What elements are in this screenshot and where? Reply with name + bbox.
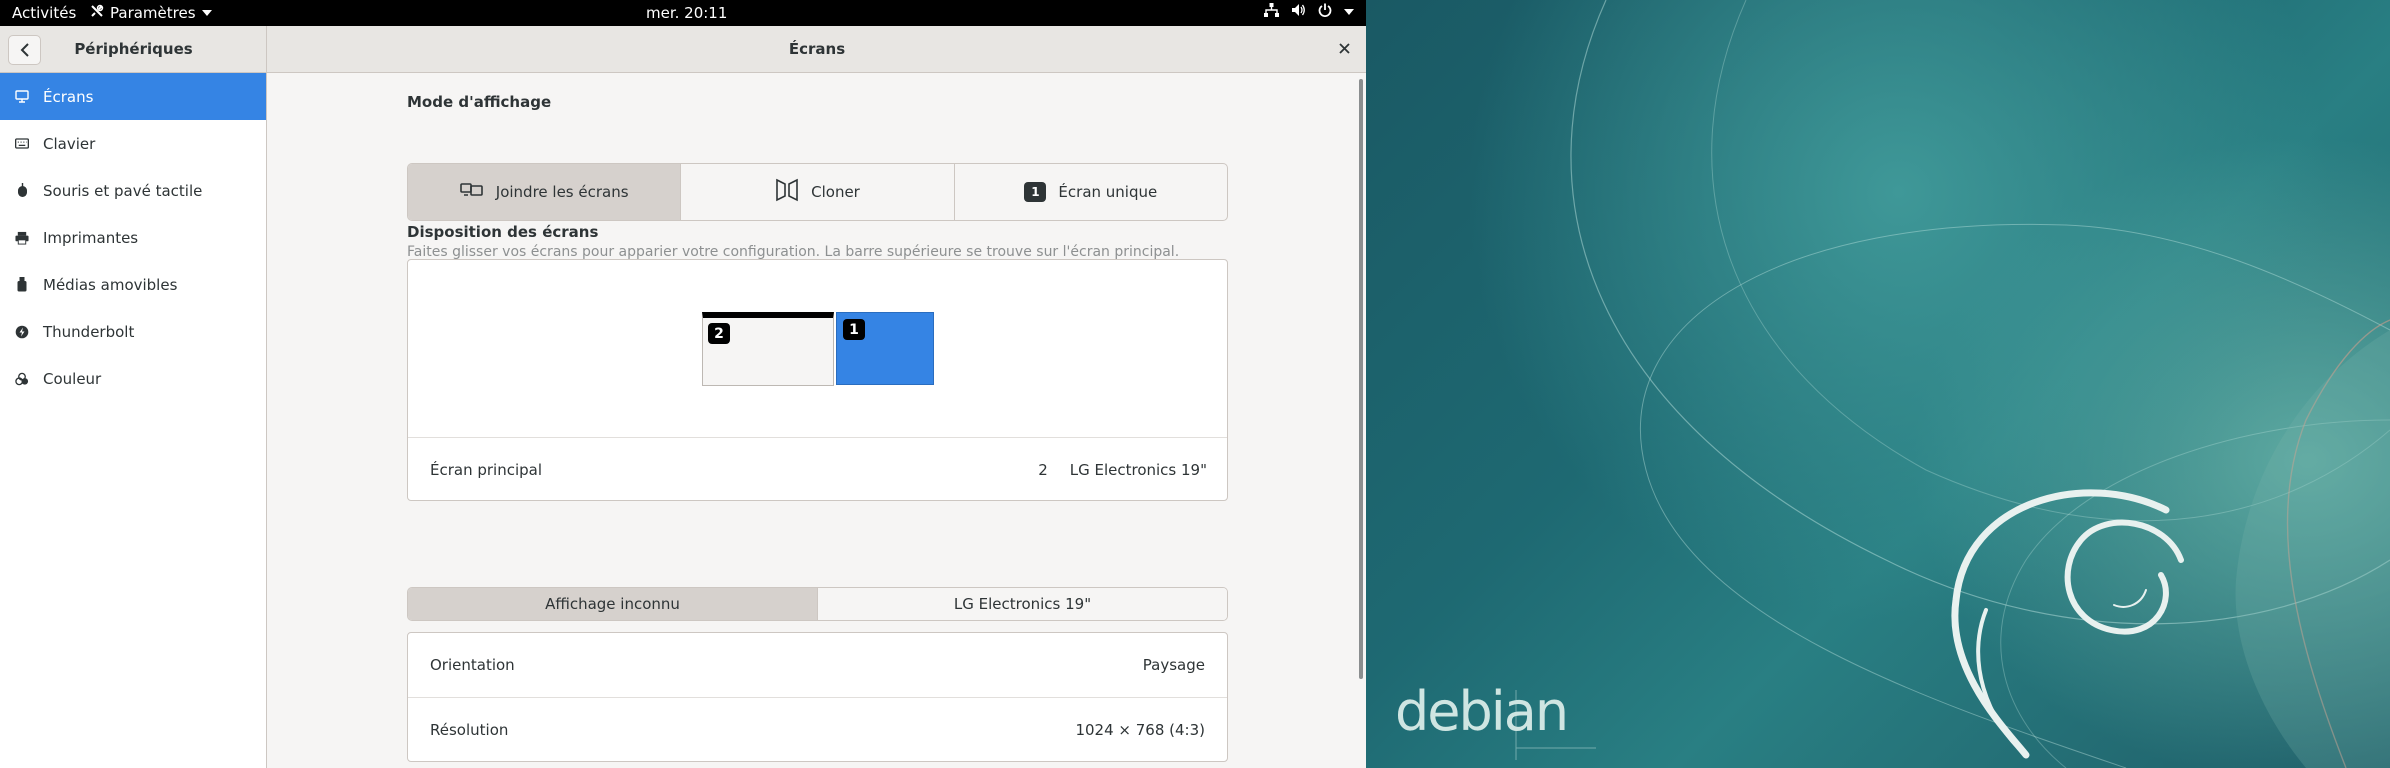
wallpaper-curves — [1515, 0, 2390, 768]
sidebar-item-label: Écrans — [43, 87, 94, 106]
sidebar-item-keyboard[interactable]: Clavier — [0, 120, 266, 167]
display-mode-heading: Mode d'affichage — [407, 93, 552, 111]
mode-label: Cloner — [811, 183, 860, 201]
sidebar-item-label: Médias amovibles — [43, 275, 178, 294]
mirror-displays-button[interactable]: Cloner — [681, 164, 955, 220]
join-displays-button[interactable]: Joindre les écrans — [408, 164, 682, 220]
mode-label: Joindre les écrans — [495, 183, 629, 201]
debian-swirl-logo — [1951, 489, 2184, 759]
desktop-wallpaper: debian — [1366, 0, 2390, 768]
primary-display-label: Écran principal — [430, 461, 543, 479]
sidebar: Écrans Clavier Souris et pavé tactile Im… — [0, 73, 267, 768]
activities-button[interactable]: Activités — [12, 4, 76, 22]
sidebar-item-removable-media[interactable]: Médias amovibles — [0, 261, 266, 308]
app-menu[interactable]: Paramètres — [90, 4, 212, 22]
resolution-label: Résolution — [430, 720, 509, 739]
chevron-down-icon — [201, 10, 212, 16]
sidebar-item-printers[interactable]: Imprimantes — [0, 214, 266, 261]
resolution-row[interactable]: Résolution 1024 × 768 (4:3) — [408, 697, 1227, 761]
display-arrangement-heading: Disposition des écrans — [407, 223, 599, 241]
removable-media-icon — [15, 277, 29, 292]
monitor-1-preview[interactable]: 1 — [836, 312, 934, 385]
display-arrangement-description: Faites glisser vos écrans pour apparier … — [407, 244, 1180, 260]
printer-icon — [15, 231, 29, 245]
settings-app-icon — [90, 4, 104, 22]
orientation-label: Orientation — [430, 656, 515, 674]
tab-lg-electronics[interactable]: LG Electronics 19" — [818, 588, 1227, 620]
single-display-badge: 1 — [1031, 185, 1040, 199]
mode-label: Écran unique — [1058, 183, 1158, 201]
primary-display-name: LG Electronics 19" — [1069, 461, 1207, 479]
power-icon — [1318, 3, 1332, 21]
display-mode-selector: Joindre les écrans Cloner 1 Écran unique — [407, 163, 1228, 221]
sidebar-item-displays[interactable]: Écrans — [0, 73, 266, 120]
page-title: Écrans — [788, 40, 846, 58]
sidebar-header: Périphériques — [0, 26, 267, 73]
system-status-area[interactable] — [1264, 3, 1354, 21]
mirror-displays-icon — [775, 178, 799, 206]
sidebar-item-label: Souris et pavé tactile — [43, 181, 203, 200]
join-displays-icon — [459, 182, 484, 202]
single-display-icon: 1 — [1024, 182, 1047, 202]
display-icon — [15, 90, 29, 104]
primary-display-number: 2 — [1038, 461, 1048, 479]
keyboard-icon — [15, 137, 29, 151]
display-arrangement-area: 2 1 Écran principal 2 LG Electronics 19" — [407, 259, 1228, 501]
monitor-tabs: Affichage inconnu LG Electronics 19" — [407, 587, 1228, 621]
color-icon — [15, 372, 29, 386]
sidebar-item-thunderbolt[interactable]: Thunderbolt — [0, 308, 266, 355]
sidebar-title: Périphériques — [74, 40, 193, 58]
debian-wordmark: debian — [1395, 680, 1569, 743]
close-icon — [1339, 43, 1350, 54]
primary-display-row[interactable]: Écran principal 2 LG Electronics 19" — [408, 437, 1227, 500]
monitor-2-preview[interactable]: 2 — [702, 312, 834, 386]
sidebar-item-mouse[interactable]: Souris et pavé tactile — [0, 167, 266, 214]
app-menu-label: Paramètres — [110, 4, 196, 22]
single-display-button[interactable]: 1 Écran unique — [955, 164, 1227, 220]
displays-panel: Mode d'affichage Joindre les écrans Clon… — [268, 73, 1366, 768]
header-bar: Périphériques Écrans — [0, 26, 1366, 73]
monitor-badge: 2 — [708, 323, 730, 344]
top-bar: Activités Paramètres mer. 20:11 — [0, 0, 1366, 26]
monitor-settings-list: Orientation Paysage Résolution 1024 × 76… — [407, 632, 1228, 762]
volume-icon — [1291, 3, 1306, 21]
chevron-down-icon — [1344, 9, 1354, 15]
sidebar-item-label: Thunderbolt — [43, 322, 135, 341]
resolution-value: 1024 × 768 (4:3) — [1075, 720, 1205, 739]
orientation-value: Paysage — [1142, 656, 1205, 674]
sidebar-item-label: Clavier — [43, 134, 96, 153]
settings-window: Périphériques Écrans Écrans Clavier Sour… — [0, 26, 1366, 768]
sidebar-item-label: Imprimantes — [43, 228, 139, 247]
close-button[interactable] — [1339, 39, 1350, 58]
scrollbar[interactable] — [1359, 79, 1363, 679]
thunderbolt-icon — [15, 325, 29, 339]
network-icon — [1264, 3, 1279, 21]
mouse-icon — [15, 183, 29, 198]
orientation-row[interactable]: Orientation Paysage — [408, 633, 1227, 697]
sidebar-item-label: Couleur — [43, 369, 102, 388]
clock[interactable]: mer. 20:11 — [646, 4, 727, 22]
tab-unknown-display[interactable]: Affichage inconnu — [408, 588, 818, 620]
sidebar-item-color[interactable]: Couleur — [0, 355, 266, 402]
monitor-badge: 1 — [843, 319, 865, 340]
primary-display-value: 2 LG Electronics 19" — [1038, 461, 1207, 479]
